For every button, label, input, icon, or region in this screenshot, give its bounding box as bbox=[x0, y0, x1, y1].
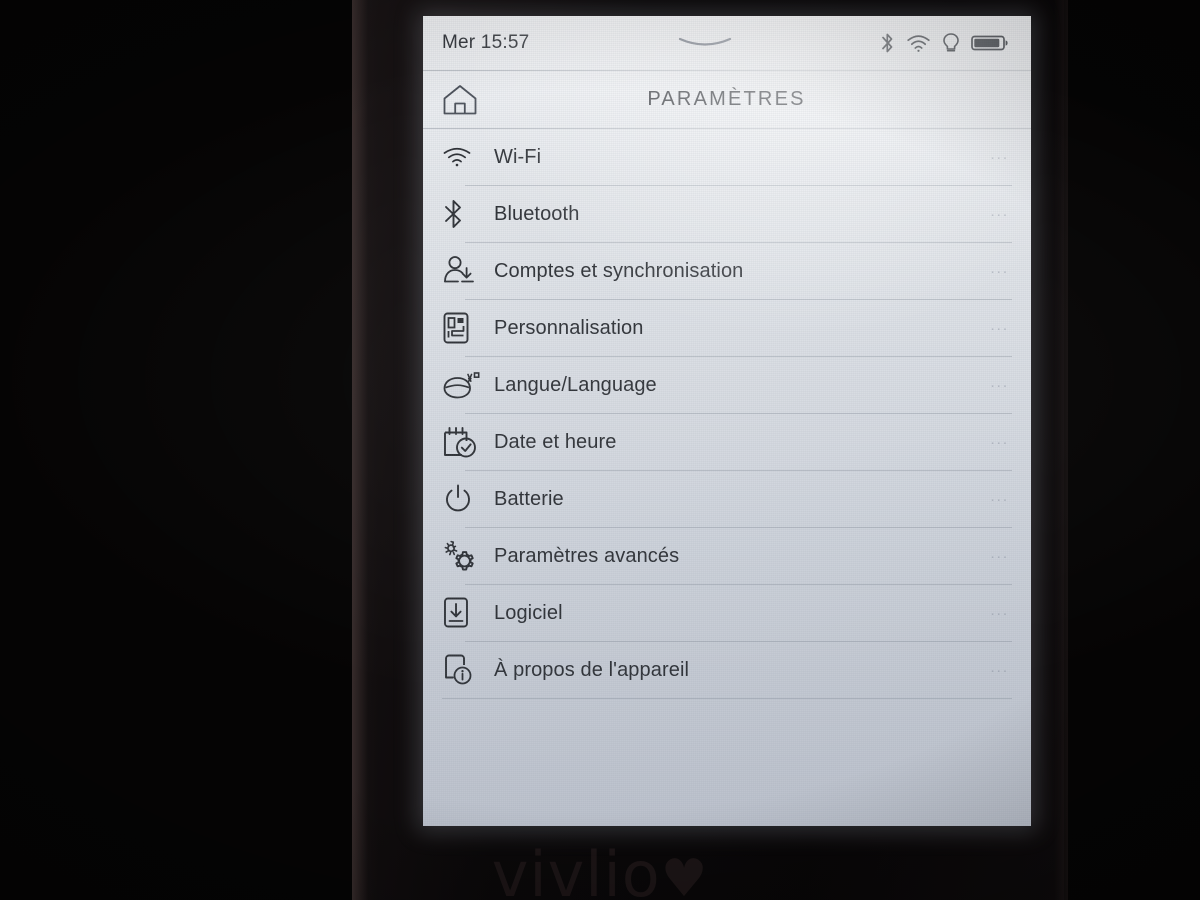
settings-list: Wi-Fi ... Bluetooth ... Comptes et synch… bbox=[423, 129, 1031, 699]
gears-icon bbox=[442, 538, 494, 574]
settings-row-label: Batterie bbox=[494, 487, 564, 510]
settings-row-wifi[interactable]: Wi-Fi ... bbox=[423, 129, 1031, 185]
settings-row-bluetooth[interactable]: Bluetooth ... bbox=[423, 186, 1031, 242]
bluetooth-icon[interactable] bbox=[880, 31, 895, 55]
row-more-indicator[interactable]: ... bbox=[990, 489, 1009, 510]
brand-logo: vivlio♥ bbox=[0, 838, 1200, 900]
device-photo: vivlio♥ Mer 15:57 PARAMÈTRES Wi-Fi ... B… bbox=[0, 0, 1200, 900]
home-button[interactable] bbox=[442, 83, 486, 116]
settings-row-date-time[interactable]: Date et heure ... bbox=[423, 414, 1031, 470]
calendar-clock-icon bbox=[442, 425, 494, 459]
bezel-left-highlight bbox=[352, 0, 378, 900]
row-divider bbox=[442, 698, 1012, 699]
row-more-indicator[interactable]: ... bbox=[990, 204, 1009, 225]
brand-heart-icon: ♥ bbox=[660, 849, 709, 900]
row-more-indicator[interactable]: ... bbox=[990, 432, 1009, 453]
page-title: PARAMÈTRES bbox=[647, 88, 806, 110]
settings-row-label: Wi-Fi bbox=[494, 145, 542, 168]
settings-row-label: Personnalisation bbox=[494, 316, 644, 339]
language-mouth-icon bbox=[442, 369, 494, 401]
row-more-indicator[interactable]: ... bbox=[990, 261, 1009, 282]
row-more-indicator[interactable]: ... bbox=[990, 660, 1009, 681]
row-more-indicator[interactable]: ... bbox=[990, 546, 1009, 567]
settings-row-advanced[interactable]: Paramètres avancés ... bbox=[423, 528, 1031, 584]
software-download-icon bbox=[442, 596, 494, 630]
row-more-indicator[interactable]: ... bbox=[990, 318, 1009, 339]
settings-row-personalisation[interactable]: Personnalisation ... bbox=[423, 300, 1031, 356]
chevron-down-handle-icon bbox=[678, 37, 731, 46]
row-more-indicator[interactable]: ... bbox=[990, 147, 1009, 168]
settings-row-label: Comptes et synchronisation bbox=[494, 259, 744, 282]
settings-row-software[interactable]: Logiciel ... bbox=[423, 585, 1031, 641]
status-bar: Mer 15:57 bbox=[423, 16, 1031, 70]
settings-row-label: Paramètres avancés bbox=[494, 544, 680, 567]
home-icon bbox=[443, 85, 477, 115]
settings-row-label: Date et heure bbox=[494, 430, 617, 453]
personalisation-icon bbox=[442, 311, 494, 345]
wifi-icon bbox=[442, 144, 494, 170]
device-info-icon bbox=[442, 653, 494, 687]
account-sync-icon bbox=[442, 254, 494, 288]
settings-row-about-device[interactable]: À propos de l'appareil ... bbox=[423, 642, 1031, 698]
settings-row-label: Logiciel bbox=[494, 601, 563, 624]
battery-icon[interactable] bbox=[971, 33, 1009, 53]
settings-row-label: À propos de l'appareil bbox=[494, 658, 690, 681]
row-more-indicator[interactable]: ... bbox=[990, 375, 1009, 396]
settings-row-battery[interactable]: Batterie ... bbox=[423, 471, 1031, 527]
notification-handle[interactable] bbox=[529, 35, 880, 51]
eink-screen: Mer 15:57 PARAMÈTRES Wi-Fi ... Bluetooth… bbox=[423, 16, 1031, 826]
settings-row-accounts-sync[interactable]: Comptes et synchronisation ... bbox=[423, 243, 1031, 299]
settings-row-language[interactable]: Langue/Language ... bbox=[423, 357, 1031, 413]
row-more-indicator[interactable]: ... bbox=[990, 603, 1009, 624]
brand-name: vivlio bbox=[491, 838, 661, 900]
power-icon bbox=[442, 483, 494, 515]
wifi-icon[interactable] bbox=[906, 31, 931, 55]
status-icon-group bbox=[880, 31, 1009, 55]
frontlight-bulb-icon[interactable] bbox=[942, 31, 960, 55]
settings-row-label: Bluetooth bbox=[494, 202, 580, 225]
title-bar: PARAMÈTRES bbox=[423, 71, 1031, 128]
settings-row-label: Langue/Language bbox=[494, 373, 657, 396]
status-time: Mer 15:57 bbox=[442, 32, 530, 53]
bezel-right-highlight bbox=[1054, 0, 1068, 900]
bluetooth-icon bbox=[442, 197, 494, 231]
